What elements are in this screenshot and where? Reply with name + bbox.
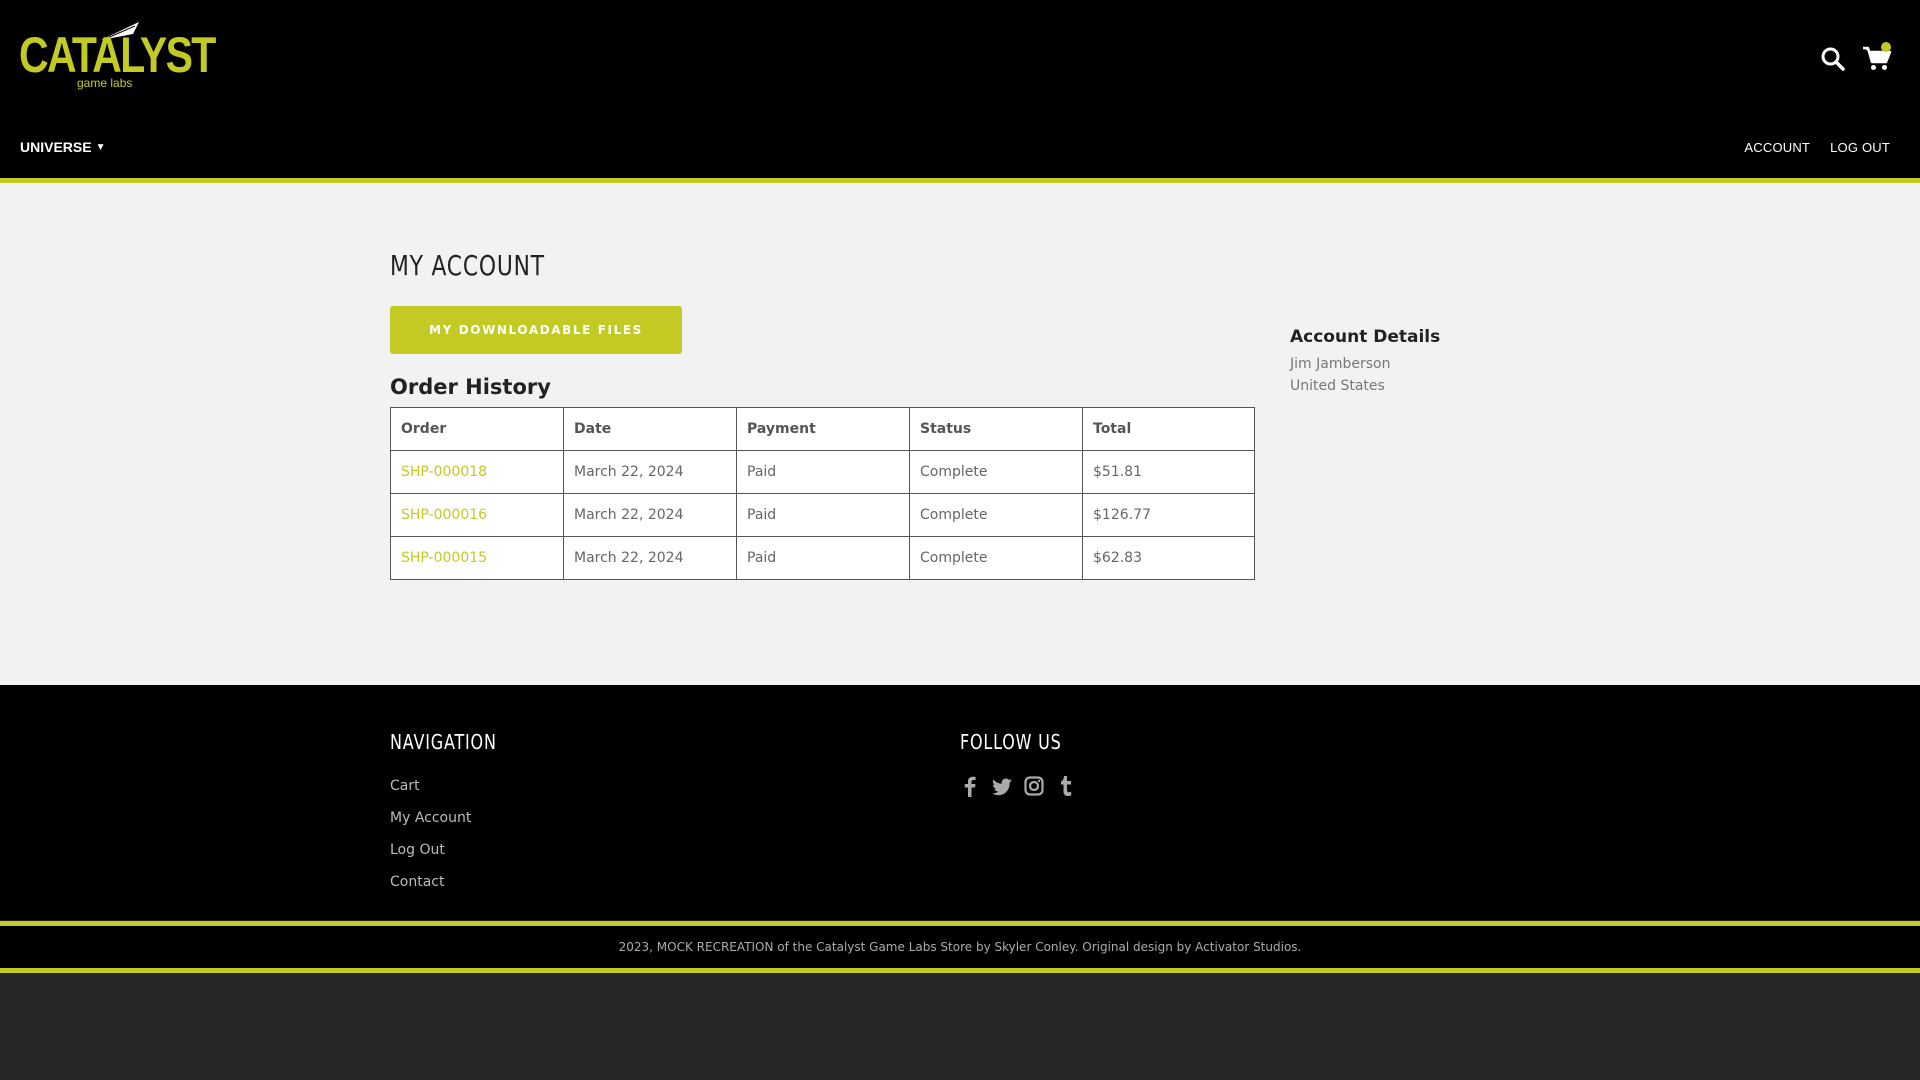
table-row: SHP-000018 March 22, 2024 Paid Complete … bbox=[390, 450, 1255, 494]
list-item: Log Out bbox=[390, 839, 471, 871]
logo-subtitle: game labs bbox=[77, 76, 133, 90]
site-header: CATALYST game labs UNIVERSE ▼ ACCOUNT LO… bbox=[0, 0, 1920, 183]
total-cell: $126.77 bbox=[1082, 493, 1255, 537]
column-header-total: Total bbox=[1082, 407, 1255, 451]
table-row: SHP-000016 March 22, 2024 Paid Complete … bbox=[390, 493, 1255, 537]
column-header-payment: Payment bbox=[736, 407, 910, 451]
order-link[interactable]: SHP-000016 bbox=[401, 507, 487, 523]
copyright-bar: 2023, MOCK RECREATION of the Catalyst Ga… bbox=[0, 926, 1920, 973]
payment-cell: Paid bbox=[736, 450, 910, 494]
payment-cell: Paid bbox=[736, 536, 910, 580]
social-links bbox=[960, 775, 1076, 797]
copyright-text: 2023, MOCK RECREATION of the Catalyst Ga… bbox=[618, 940, 1302, 954]
footer-link-contact[interactable]: Contact bbox=[390, 874, 444, 890]
footer-navigation-title: NAVIGATION bbox=[390, 730, 497, 754]
facebook-icon[interactable] bbox=[960, 775, 980, 797]
page-title: MY ACCOUNT bbox=[390, 249, 545, 282]
cart-badge-dot bbox=[1881, 42, 1891, 52]
catalyst-logo[interactable]: CATALYST game labs bbox=[19, 20, 216, 94]
date-cell: March 22, 2024 bbox=[563, 536, 737, 580]
payment-cell: Paid bbox=[736, 493, 910, 537]
column-header-order: Order bbox=[390, 407, 564, 451]
table-row: SHP-000015 March 22, 2024 Paid Complete … bbox=[390, 536, 1255, 580]
status-cell: Complete bbox=[909, 493, 1083, 537]
account-details-title: Account Details bbox=[1290, 327, 1441, 347]
order-link[interactable]: SHP-000015 bbox=[401, 550, 487, 566]
footer-divider bbox=[0, 920, 1920, 921]
list-item: My Account bbox=[390, 807, 471, 839]
instagram-icon[interactable] bbox=[1024, 775, 1044, 797]
column-header-date: Date bbox=[563, 407, 737, 451]
account-details: Account Details Jim Jamberson United Sta… bbox=[1290, 327, 1440, 397]
total-cell: $51.81 bbox=[1082, 450, 1255, 494]
order-cell: SHP-000015 bbox=[390, 536, 564, 580]
date-cell: March 22, 2024 bbox=[563, 450, 737, 494]
status-cell: Complete bbox=[909, 450, 1083, 494]
logo-wordmark: CATALYST bbox=[19, 27, 216, 83]
date-cell: March 22, 2024 bbox=[563, 493, 737, 537]
column-header-status: Status bbox=[909, 407, 1083, 451]
footer-link-log-out[interactable]: Log Out bbox=[390, 842, 445, 858]
downloadable-files-button[interactable]: MY DOWNLOADABLE FILES bbox=[390, 306, 682, 354]
footer-nav-list: Cart My Account Log Out Contact bbox=[390, 775, 471, 903]
status-cell: Complete bbox=[909, 536, 1083, 580]
top-nav: ACCOUNT LOG OUT bbox=[1744, 140, 1890, 155]
footer-link-my-account[interactable]: My Account bbox=[390, 810, 471, 826]
account-country: United States bbox=[1290, 378, 1385, 394]
logout-link[interactable]: LOG OUT bbox=[1830, 140, 1890, 155]
search-icon[interactable] bbox=[1820, 46, 1846, 72]
order-link[interactable]: SHP-000018 bbox=[401, 464, 487, 480]
universe-label: UNIVERSE bbox=[20, 139, 92, 155]
caret-down-icon: ▼ bbox=[95, 141, 106, 153]
order-history-table: Order Date Payment Status Total SHP-0000… bbox=[390, 407, 1255, 580]
total-cell: $62.83 bbox=[1082, 536, 1255, 580]
list-item: Contact bbox=[390, 871, 471, 903]
main-content: MY ACCOUNT MY DOWNLOADABLE FILES Order H… bbox=[0, 183, 1920, 685]
account-name: Jim Jamberson bbox=[1290, 356, 1391, 372]
table-header-row: Order Date Payment Status Total bbox=[390, 407, 1255, 451]
footer-follow-title: FOLLOW US bbox=[960, 730, 1062, 754]
footer-link-cart[interactable]: Cart bbox=[390, 778, 420, 794]
twitter-icon[interactable] bbox=[992, 775, 1012, 797]
order-cell: SHP-000018 bbox=[390, 450, 564, 494]
list-item: Cart bbox=[390, 775, 471, 807]
universe-menu[interactable]: UNIVERSE ▼ bbox=[20, 139, 105, 155]
site-footer: NAVIGATION Cart My Account Log Out Conta… bbox=[0, 685, 1920, 926]
tumblr-icon[interactable] bbox=[1056, 775, 1076, 797]
order-history-title: Order History bbox=[390, 375, 551, 399]
account-link[interactable]: ACCOUNT bbox=[1744, 140, 1810, 155]
order-cell: SHP-000016 bbox=[390, 493, 564, 537]
